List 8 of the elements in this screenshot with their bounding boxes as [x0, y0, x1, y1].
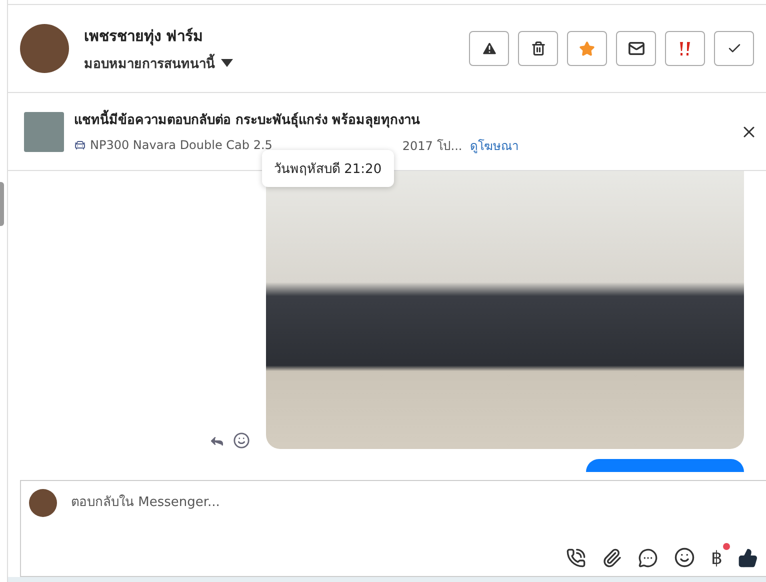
contact-name: เพชรชายทุ่ง ฟาร์ม: [84, 26, 204, 48]
ad-subtitle: 2017 โป...: [402, 138, 462, 155]
payment-button[interactable]: ฿: [711, 548, 722, 568]
view-ad-link[interactable]: ดูโฆษณา: [470, 136, 520, 155]
ad-title: แชทนี้มีข้อความตอบกลับต่อ กระบะพันธุ์แกร่ง พร้อมลุยทุกงาน: [74, 108, 740, 130]
assign-dropdown[interactable]: มอบหมายการสนทนานี้: [84, 52, 233, 74]
ad-subtitle: NP300 Navara Double Cab 2.5: [90, 138, 272, 152]
timestamp-tooltip: วันพฤหัสบดี 21:20: [262, 150, 394, 188]
